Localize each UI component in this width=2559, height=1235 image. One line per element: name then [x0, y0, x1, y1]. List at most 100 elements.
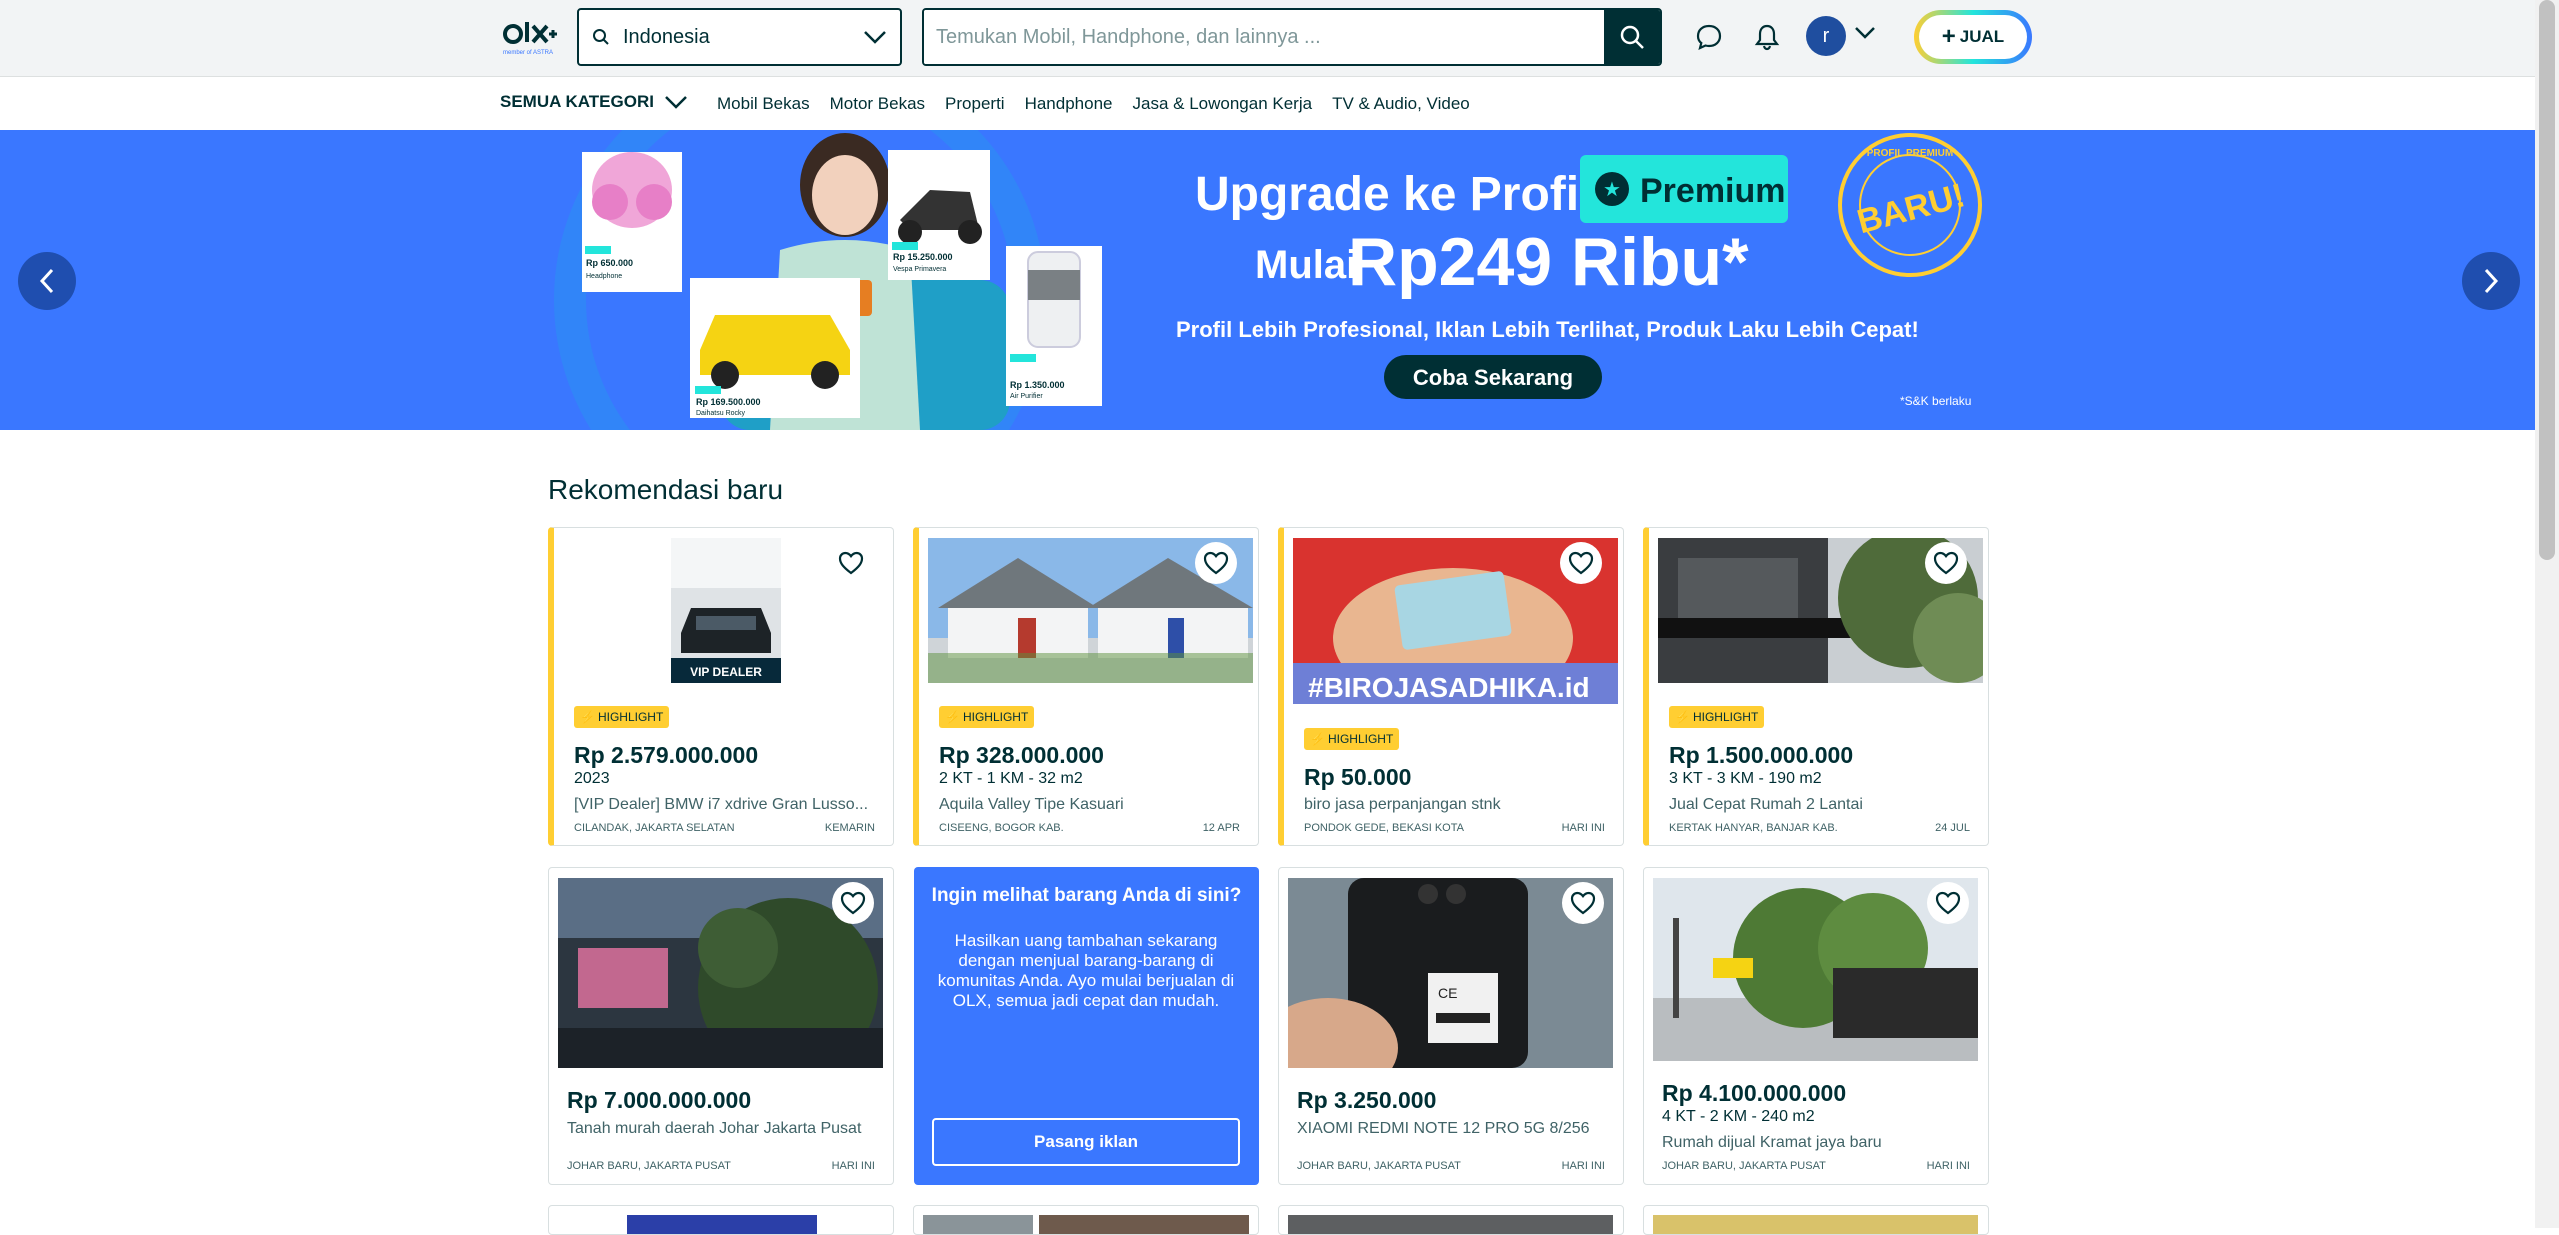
product-card-scooter: Rp 15.250.000 Vespa Primavera	[888, 150, 990, 280]
category-link-jasa-lowongan[interactable]: Jasa & Lowongan Kerja	[1133, 94, 1313, 114]
search-icon	[579, 28, 623, 46]
search-button[interactable]	[1604, 10, 1660, 64]
listing-subtitle: 4 KT - 2 KM - 240 m2	[1662, 1108, 1815, 1125]
banner-headline-1: Upgrade ke Profil	[1195, 168, 1592, 221]
lightning-icon: ⚡	[1310, 732, 1325, 746]
location-value: Indonesia	[623, 25, 710, 48]
banner-cta: Coba Sekarang	[1413, 365, 1573, 390]
listing-location: CILANDAK, JAKARTA SELATAN	[574, 822, 735, 834]
listing-image	[1039, 1215, 1249, 1234]
listing-image	[1288, 1215, 1613, 1234]
listing-price: Rp 328.000.000	[939, 742, 1104, 768]
chat-icon	[1696, 24, 1722, 50]
carousel-prev-button[interactable]	[18, 252, 76, 310]
favorite-button[interactable]	[832, 882, 874, 924]
listing-image-label-0: VIP DEALER	[690, 665, 762, 679]
listing-price: Rp 3.250.000	[1297, 1087, 1437, 1113]
listing-location: KERTAK HANYAR, BANJAR KAB.	[1669, 822, 1838, 834]
highlight-badge: ⚡ HIGHLIGHT	[574, 706, 670, 728]
category-link-motor-bekas[interactable]: Motor Bekas	[830, 94, 925, 114]
listing-card[interactable]	[1643, 1205, 1989, 1235]
favorite-button[interactable]	[830, 542, 872, 584]
lightning-icon: ⚡	[1675, 710, 1690, 724]
category-bar: SEMUA KATEGORI Mobil Bekas Motor Bekas P…	[0, 84, 2535, 130]
banner-seal-ring: PROFIL PREMIUM	[1867, 148, 1953, 159]
category-link-mobil-bekas[interactable]: Mobil Bekas	[717, 94, 810, 114]
banner-artwork: Rp 650.000 Headphone Rp 169.500.000 Daih…	[554, 130, 1982, 430]
banner-price: Rp249 Ribu*	[1348, 224, 1749, 300]
banner-tagline: Profil Lebih Profesional, Iklan Lebih Te…	[1176, 317, 1919, 342]
listing-date: KEMARIN	[824, 822, 875, 834]
lightning-icon: ⚡	[945, 710, 960, 724]
listing-card[interactable]	[548, 1205, 894, 1235]
tag-price-0: Rp 650.000	[586, 258, 633, 268]
listing-image	[627, 1215, 817, 1234]
listing-price: Rp 2.579.000.000	[574, 742, 759, 768]
favorite-button[interactable]	[1927, 882, 1969, 924]
category-link-properti[interactable]: Properti	[945, 94, 1005, 114]
listing-title: XIAOMI REDMI NOTE 12 PRO 5G 8/256	[1297, 1120, 1590, 1137]
listing-title: biro jasa perpanjangan stnk	[1304, 796, 1501, 813]
olx-logo-mark	[503, 22, 557, 44]
avatar[interactable]: r	[1806, 16, 1846, 56]
listing-card[interactable]: Rp 7.000.000.000 Tanah murah daerah Joha…	[548, 867, 894, 1185]
highlight-badge: ⚡ HIGHLIGHT	[939, 706, 1035, 728]
promo-title: Ingin melihat barang Anda di sini?	[931, 885, 1242, 906]
heart-icon	[838, 551, 864, 575]
promo-banner[interactable]: Rp 650.000 Headphone Rp 169.500.000 Daih…	[0, 130, 2535, 430]
chevron-down-icon[interactable]	[1854, 26, 1876, 45]
listing-subtitle: 3 KT - 3 KM - 190 m2	[1669, 770, 1822, 787]
listing-image	[923, 1215, 1033, 1234]
favorite-button[interactable]	[1195, 542, 1237, 584]
banner-headline-2: Mulai	[1255, 243, 1357, 287]
heart-icon	[1203, 551, 1229, 575]
lightning-icon: ⚡	[580, 710, 595, 724]
listing-subtitle: 2 KT - 1 KM - 32 m2	[939, 770, 1083, 787]
listing-title: Aquila Valley Tipe Kasuari	[939, 796, 1124, 813]
listing-card[interactable]: ⚡ HIGHLIGHT Rp 328.000.000 2 KT - 1 KM - …	[913, 527, 1259, 846]
product-card-car: Rp 169.500.000 Daihatsu Rocky	[690, 278, 860, 418]
notification-button[interactable]	[1750, 20, 1784, 54]
banner-premium-label: Premium	[1640, 172, 1786, 210]
tag-name-2: Vespa Primavera	[893, 266, 946, 273]
page-scrollbar[interactable]	[2535, 0, 2559, 1228]
tag-price-1: Rp 169.500.000	[696, 397, 761, 407]
promo-body: Hasilkan uang tambahan sekarang dengan m…	[937, 931, 1235, 1010]
listing-card[interactable]	[1278, 1205, 1624, 1235]
listing-price: Rp 4.100.000.000	[1662, 1080, 1847, 1106]
listing-card[interactable]	[913, 1205, 1259, 1235]
carousel-next-button[interactable]	[2462, 252, 2520, 310]
search-icon	[1620, 25, 1644, 49]
listing-location: JOHAR BARU, JAKARTA PUSAT	[1662, 1160, 1826, 1172]
listing-card[interactable]: Rp 4.100.000.000 4 KT - 2 KM - 240 m2 Ru…	[1643, 867, 1989, 1185]
listing-title: Tanah murah daerah Johar Jakarta Pusat	[567, 1120, 862, 1137]
sell-promo-card: Ingin melihat barang Anda di sini? Hasil…	[914, 867, 1259, 1185]
listing-date: HARI INI	[1926, 1160, 1970, 1172]
listing-card[interactable]: CE Rp 3.250.000 XIAOMI REDMI NOTE 12 PRO…	[1278, 867, 1624, 1185]
sell-button[interactable]: + JUAL	[1914, 10, 2032, 64]
listing-location: JOHAR BARU, JAKARTA PUSAT	[1297, 1160, 1461, 1172]
chevron-left-icon	[39, 268, 54, 294]
post-ad-button[interactable]: Pasang iklan	[932, 1118, 1240, 1166]
favorite-button[interactable]	[1925, 542, 1967, 584]
listing-date: HARI INI	[1561, 1160, 1605, 1172]
category-link-tv-audio[interactable]: TV & Audio, Video	[1332, 94, 1470, 114]
svg-text:CE: CE	[1438, 985, 1457, 1001]
all-categories-button[interactable]: SEMUA KATEGORI	[500, 92, 688, 112]
category-link-handphone[interactable]: Handphone	[1025, 94, 1113, 114]
scrollbar-thumb[interactable]	[2539, 0, 2555, 560]
sell-label: JUAL	[1959, 27, 2005, 46]
olx-logo[interactable]: member of ASTRA	[503, 18, 559, 58]
listing-card[interactable]: ⚡ HIGHLIGHT Rp 1.500.000.000 3 KT - 3 KM …	[1643, 527, 1989, 846]
listing-date: HARI INI	[1561, 822, 1605, 834]
listing-card[interactable]: VIP DEALER ⚡ HIGHLIGHT Rp 2.579.000.000 2…	[548, 527, 894, 846]
listing-card[interactable]: #BIROJASADHIKA.id ⚡ HIGHLIGHT Rp 50.000 b…	[1278, 527, 1624, 846]
favorite-button[interactable]	[1562, 882, 1604, 924]
listing-date: 24 JUL	[1935, 822, 1970, 834]
location-selector[interactable]: Indonesia	[577, 8, 902, 66]
favorite-button[interactable]	[1560, 542, 1602, 584]
product-card-headphone: Rp 650.000 Headphone	[582, 152, 682, 292]
search-input[interactable]	[924, 10, 1604, 64]
chevron-down-icon[interactable]	[850, 30, 900, 44]
chat-button[interactable]	[1692, 20, 1726, 54]
